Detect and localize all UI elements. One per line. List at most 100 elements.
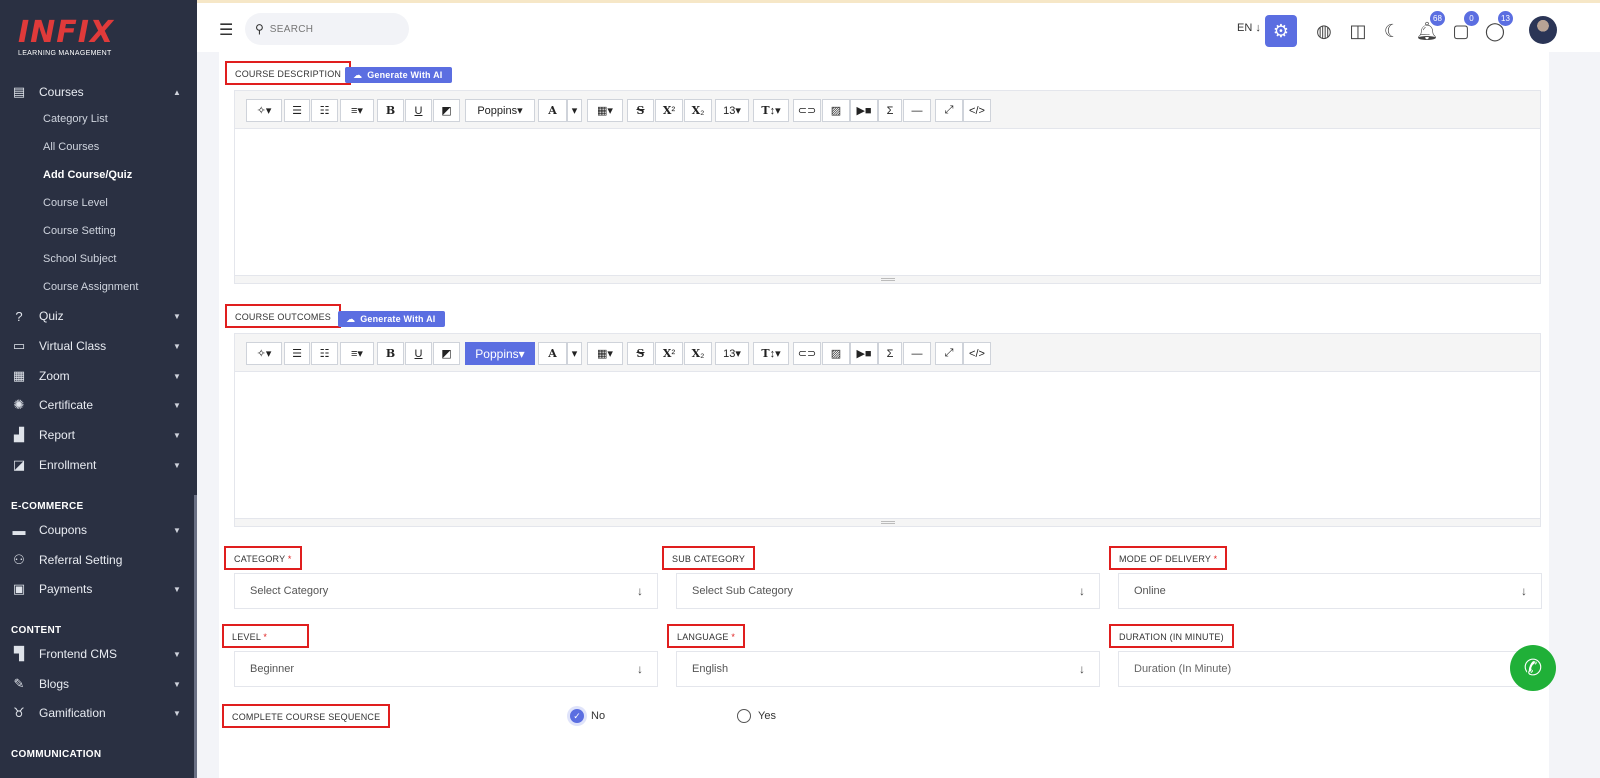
language-selector[interactable]: EN ↓ bbox=[1237, 22, 1261, 34]
sidebar-subitem-school-subject[interactable]: School Subject bbox=[43, 253, 116, 265]
sidebar-subitem-all-courses[interactable]: All Courses bbox=[43, 141, 99, 153]
layout-icon[interactable]: ◫ bbox=[1342, 15, 1374, 47]
sigma-icon[interactable]: Σ bbox=[878, 99, 902, 122]
sequence-option-yes[interactable]: Yes bbox=[737, 709, 776, 723]
code-view-icon[interactable]: </> bbox=[963, 342, 991, 365]
eraser-icon[interactable]: ◩ bbox=[433, 99, 460, 122]
search-input[interactable] bbox=[269, 23, 390, 35]
image-icon[interactable]: ▨ bbox=[822, 342, 850, 365]
subscript-icon[interactable]: X₂ bbox=[684, 99, 712, 122]
font-size-select[interactable]: 13 ▾ bbox=[715, 99, 749, 122]
text-color-icon[interactable]: A bbox=[538, 99, 567, 122]
sidebar-subitem-add-course[interactable]: Add Course/Quiz bbox=[43, 169, 132, 181]
chevron-down-icon: ▼ bbox=[173, 649, 181, 659]
table-icon[interactable]: ▦▾ bbox=[587, 342, 623, 365]
editor-content-area[interactable] bbox=[235, 129, 1540, 275]
whatsapp-icon[interactable]: ◯ 13 bbox=[1479, 11, 1513, 47]
sidebar-item-enrollment[interactable]: ◪ Enrollment ▼ bbox=[0, 451, 197, 479]
sidebar-item-virtual-class[interactable]: ▭ Virtual Class ▼ bbox=[0, 332, 197, 360]
editor-resize-handle[interactable] bbox=[235, 275, 1540, 283]
horizontal-rule-icon[interactable]: — bbox=[903, 99, 931, 122]
sidebar-item-blogs[interactable]: ✎ Blogs ▼ bbox=[0, 670, 197, 698]
font-family-select[interactable]: Poppins ▾ bbox=[465, 342, 535, 365]
required-mark: * bbox=[1213, 554, 1218, 564]
table-icon[interactable]: ▦▾ bbox=[587, 99, 623, 122]
text-color-icon[interactable]: A bbox=[538, 342, 567, 365]
magic-style-icon[interactable]: ✧▾ bbox=[246, 99, 282, 122]
align-icon[interactable]: ≡▾ bbox=[340, 342, 374, 365]
sidebar-subitem-course-assignment[interactable]: Course Assignment bbox=[43, 281, 138, 293]
sidebar-scrollbar[interactable] bbox=[194, 495, 197, 778]
font-family-select[interactable]: Poppins ▾ bbox=[465, 99, 535, 122]
magic-style-icon[interactable]: ✧▾ bbox=[246, 342, 282, 365]
numbered-list-icon[interactable]: ☷ bbox=[311, 99, 338, 122]
eraser-icon[interactable]: ◩ bbox=[433, 342, 460, 365]
color-dropdown-icon[interactable]: ▾ bbox=[567, 342, 582, 365]
sidebar-item-referral-setting[interactable]: ⚇ Referral Setting bbox=[0, 546, 197, 574]
generate-ai-description-button[interactable]: ☁ Generate With AI bbox=[345, 67, 452, 83]
font-size-select[interactable]: 13 ▾ bbox=[715, 342, 749, 365]
superscript-icon[interactable]: X² bbox=[655, 342, 683, 365]
sidebar-item-frontend-cms[interactable]: ▜ Frontend CMS ▼ bbox=[0, 640, 197, 668]
fullscreen-icon[interactable]: ⤢ bbox=[935, 99, 963, 122]
chat-icon[interactable]: ▢ 0 bbox=[1445, 11, 1479, 47]
sidebar-item-coupons[interactable]: ▬ Coupons ▼ bbox=[0, 516, 197, 544]
line-height-icon[interactable]: T ↕▾ bbox=[753, 342, 789, 365]
video-icon[interactable]: ▶■ bbox=[850, 342, 878, 365]
logo[interactable]: INFIX LEARNING MANAGEMENT bbox=[18, 18, 114, 58]
image-icon[interactable]: ▨ bbox=[822, 99, 850, 122]
superscript-icon[interactable]: X² bbox=[655, 99, 683, 122]
horizontal-rule-icon[interactable]: — bbox=[903, 342, 931, 365]
sidebar-subitem-category-list[interactable]: Category List bbox=[43, 113, 108, 125]
chip-icon[interactable]: ⚙ bbox=[1265, 15, 1297, 47]
strikethrough-icon[interactable]: S bbox=[627, 342, 654, 365]
sidebar-item-certificate[interactable]: ✺ Certificate ▼ bbox=[0, 391, 197, 419]
link-icon[interactable]: ⊂⊃ bbox=[793, 99, 821, 122]
enroll-icon: ◪ bbox=[12, 457, 26, 472]
sidebar-item-zoom[interactable]: ▦ Zoom ▼ bbox=[0, 362, 197, 390]
sidebar-item-payments[interactable]: ▣ Payments ▼ bbox=[0, 575, 197, 603]
video-icon[interactable]: ▶■ bbox=[850, 99, 878, 122]
bullet-list-icon[interactable]: ☰ bbox=[284, 99, 310, 122]
sidebar-subitem-course-level[interactable]: Course Level bbox=[43, 197, 108, 209]
sidebar-item-quiz[interactable]: ? Quiz ▼ bbox=[0, 302, 197, 330]
sidebar-item-report[interactable]: ▟ Report ▼ bbox=[0, 421, 197, 449]
code-view-icon[interactable]: </> bbox=[963, 99, 991, 122]
fullscreen-icon[interactable]: ⤢ bbox=[935, 342, 963, 365]
align-icon[interactable]: ≡▾ bbox=[340, 99, 374, 122]
editor-content-area[interactable] bbox=[235, 372, 1540, 518]
language-select[interactable]: English ↓ bbox=[676, 651, 1100, 687]
level-select[interactable]: Beginner ↓ bbox=[234, 651, 658, 687]
font-label: Poppins bbox=[477, 104, 518, 117]
strikethrough-icon[interactable]: S bbox=[627, 99, 654, 122]
bold-icon[interactable]: B bbox=[377, 99, 404, 122]
sidebar-item-courses[interactable]: ▤ Courses ▲ bbox=[0, 78, 197, 106]
generate-ai-outcomes-button[interactable]: ☁ Generate With AI bbox=[338, 311, 445, 327]
sidebar-item-gamification[interactable]: ♉ Gamification ▼ bbox=[0, 699, 197, 727]
subscript-icon[interactable]: X₂ bbox=[684, 342, 712, 365]
sub-category-select[interactable]: Select Sub Category ↓ bbox=[676, 573, 1100, 609]
sequence-option-no[interactable]: ✓ No bbox=[570, 709, 605, 723]
menu-icon[interactable]: ☰ bbox=[219, 20, 233, 40]
category-select[interactable]: Select Category ↓ bbox=[234, 573, 658, 609]
line-height-icon[interactable]: T ↕▾ bbox=[753, 99, 789, 122]
sidebar-subitem-course-setting[interactable]: Course Setting bbox=[43, 225, 116, 237]
whatsapp-chat-button[interactable]: ✆ bbox=[1510, 645, 1556, 691]
color-dropdown-icon[interactable]: ▾ bbox=[567, 99, 582, 122]
underline-icon[interactable]: U bbox=[405, 99, 432, 122]
avatar[interactable] bbox=[1529, 16, 1557, 44]
editor-resize-handle[interactable] bbox=[235, 518, 1540, 526]
bold-icon[interactable]: B bbox=[377, 342, 404, 365]
duration-input[interactable]: Duration (In Minute) bbox=[1118, 651, 1542, 687]
bell-icon[interactable]: 🔔︎ 68 bbox=[1411, 11, 1445, 47]
moon-icon[interactable]: ☾ bbox=[1376, 15, 1408, 47]
globe-icon[interactable]: ◍ bbox=[1308, 15, 1340, 47]
language-label: EN bbox=[1237, 22, 1253, 34]
mode-of-delivery-select[interactable]: Online ↓ bbox=[1118, 573, 1542, 609]
numbered-list-icon[interactable]: ☷ bbox=[311, 342, 338, 365]
search-box[interactable]: ⚲ bbox=[245, 13, 409, 45]
link-icon[interactable]: ⊂⊃ bbox=[793, 342, 821, 365]
sigma-icon[interactable]: Σ bbox=[878, 342, 902, 365]
bullet-list-icon[interactable]: ☰ bbox=[284, 342, 310, 365]
underline-icon[interactable]: U bbox=[405, 342, 432, 365]
